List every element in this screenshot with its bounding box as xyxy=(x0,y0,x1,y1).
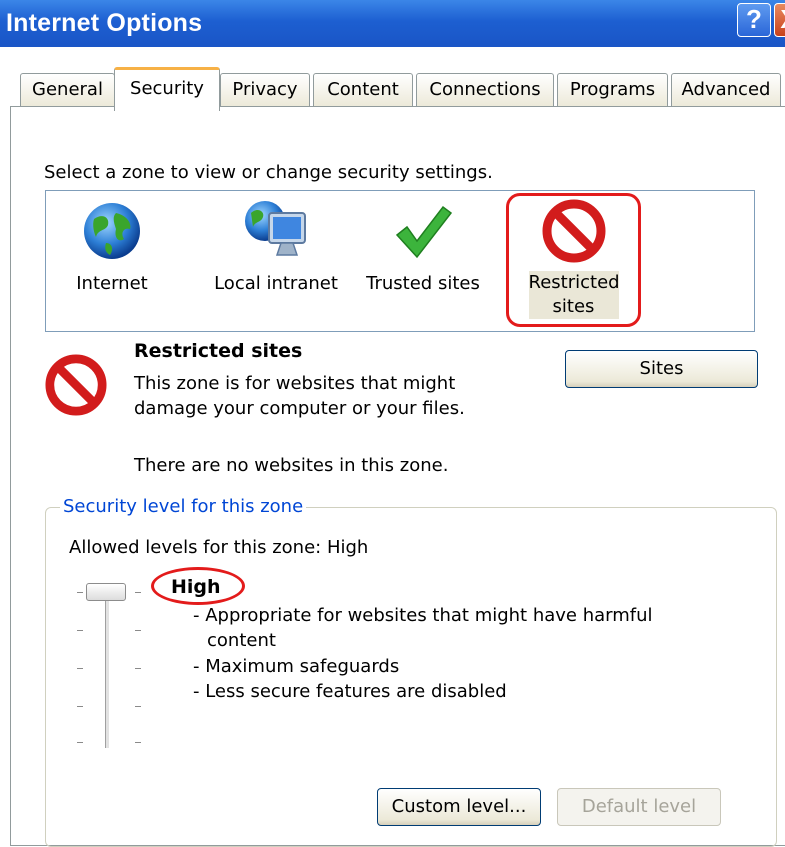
zone-sites-status: There are no websites in this zone. xyxy=(134,455,449,476)
zone-description-line2: damage your computer or your files. xyxy=(134,398,465,419)
tab-connections[interactable]: Connections xyxy=(416,73,554,107)
intranet-icon xyxy=(245,201,306,256)
checkmark-icon xyxy=(395,205,453,259)
custom-level-button[interactable]: Custom level... xyxy=(377,788,541,826)
zone-label: Internet xyxy=(76,273,148,294)
slider-tick xyxy=(135,630,141,631)
tab-content[interactable]: Content xyxy=(313,73,413,107)
zone-title: Restricted sites xyxy=(134,340,303,362)
slider-tick xyxy=(77,592,83,593)
slider-tick xyxy=(77,742,83,743)
tab-advanced[interactable]: Advanced xyxy=(671,73,781,107)
restricted-sites-highlight xyxy=(506,193,641,327)
help-button[interactable]: ? xyxy=(737,3,771,37)
security-level-legend: Security level for this zone xyxy=(60,496,307,517)
slider-tick xyxy=(135,742,141,743)
level-description-line4: - Less secure features are disabled xyxy=(193,681,507,702)
title-bar: Internet Options ? X xyxy=(0,0,785,47)
tab-security[interactable]: Security xyxy=(114,67,220,111)
slider-tick xyxy=(77,706,83,707)
default-level-button[interactable]: Default level xyxy=(557,788,721,826)
tab-privacy[interactable]: Privacy xyxy=(220,73,310,107)
level-name-highlight xyxy=(151,567,245,605)
level-description-line2: content xyxy=(207,630,276,651)
zone-local-intranet[interactable]: Local intranet xyxy=(206,191,346,294)
zone-internet[interactable]: Internet xyxy=(66,191,158,294)
zone-prompt: Select a zone to view or change security… xyxy=(44,162,493,183)
window-title: Internet Options xyxy=(6,9,203,37)
slider-tick xyxy=(77,668,83,669)
zone-label: Local intranet xyxy=(214,273,338,294)
tab-general[interactable]: General xyxy=(20,73,115,107)
zone-description-line1: This zone is for websites that might xyxy=(134,373,456,394)
security-level-slider[interactable] xyxy=(105,590,110,748)
level-description-line3: - Maximum safeguards xyxy=(193,656,400,677)
allowed-levels-text: Allowed levels for this zone: High xyxy=(69,537,369,558)
zone-list: Internet Local intranet Trusted sites Re… xyxy=(45,190,755,332)
slider-thumb[interactable] xyxy=(86,583,126,601)
slider-tick xyxy=(135,668,141,669)
slider-tick xyxy=(135,592,141,593)
slider-tick xyxy=(77,630,83,631)
zone-label: Trusted sites xyxy=(366,273,480,294)
sites-button[interactable]: Sites xyxy=(565,350,758,388)
tab-programs[interactable]: Programs xyxy=(557,73,668,107)
globe-icon xyxy=(84,203,140,259)
slider-tick xyxy=(135,706,141,707)
close-button[interactable]: X xyxy=(774,3,785,37)
level-description-line1: - Appropriate for websites that might ha… xyxy=(193,605,653,626)
zone-trusted-sites[interactable]: Trusted sites xyxy=(358,191,488,294)
no-entry-icon xyxy=(45,354,107,416)
